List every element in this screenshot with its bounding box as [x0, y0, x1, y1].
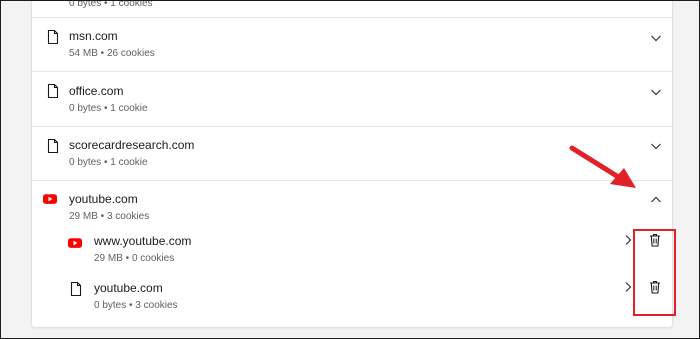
chevron-down-icon[interactable] — [649, 85, 663, 99]
site-details: 0 bytes • 1 cookie — [69, 157, 148, 168]
file-icon — [47, 138, 59, 154]
site-name: msn.com — [69, 29, 118, 43]
site-row-office[interactable]: office.com 0 bytes • 1 cookie — [32, 72, 672, 126]
youtube-icon — [68, 238, 82, 248]
subsite-row-youtube[interactable]: youtube.com 0 bytes • 3 cookies — [32, 276, 672, 323]
site-details: 0 bytes • 1 cookie — [69, 103, 148, 114]
site-name: office.com — [69, 84, 124, 98]
subsite-details: 0 bytes • 3 cookies — [94, 300, 178, 311]
file-icon — [47, 83, 59, 99]
site-row[interactable]: 0 bytes • 1 cookies — [32, 0, 672, 17]
site-name: scorecardresearch.com — [69, 138, 195, 152]
site-name: youtube.com — [69, 192, 138, 206]
site-row-msn[interactable]: msn.com 54 MB • 26 cookies — [32, 18, 672, 71]
subsite-name: www.youtube.com — [94, 234, 192, 248]
site-details: 54 MB • 26 cookies — [69, 48, 155, 59]
subsite-details: 29 MB • 0 cookies — [94, 253, 175, 264]
annotation-highlight-box — [633, 229, 676, 316]
file-icon — [70, 281, 82, 297]
youtube-icon — [43, 194, 57, 204]
site-details: 29 MB • 3 cookies — [69, 211, 150, 222]
site-details: 0 bytes • 1 cookies — [69, 0, 153, 9]
chevron-up-icon[interactable] — [649, 193, 663, 207]
chevron-down-icon[interactable] — [649, 31, 663, 45]
chevron-down-icon[interactable] — [649, 139, 663, 153]
subsite-name: youtube.com — [94, 281, 163, 295]
annotation-arrow-icon — [569, 145, 636, 188]
file-icon — [47, 29, 59, 45]
subsite-row-www-youtube[interactable]: www.youtube.com 29 MB • 0 cookies — [32, 229, 672, 276]
